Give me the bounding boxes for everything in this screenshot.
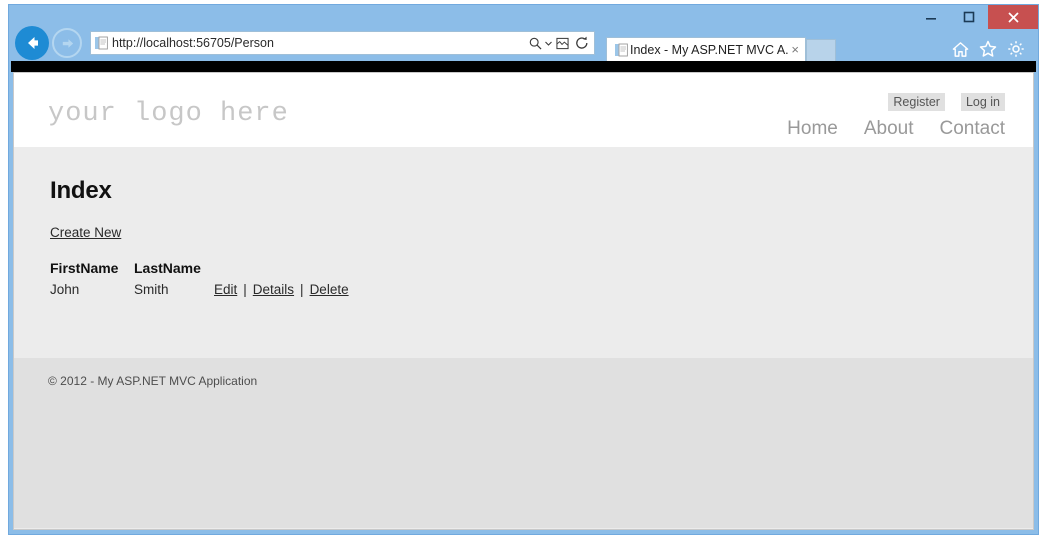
table-header-row: FirstName LastName <box>50 260 349 276</box>
column-header-actions <box>214 260 349 276</box>
back-button[interactable] <box>15 26 49 60</box>
forward-button[interactable] <box>52 28 82 58</box>
nav-link-contact[interactable]: Contact <box>940 118 1005 140</box>
tab-strip: Index - My ASP.NET MVC A... × <box>606 37 836 61</box>
compatibility-view-icon[interactable] <box>553 37 572 50</box>
page-content: Index Create New FirstName LastName John <box>14 147 1033 358</box>
edit-link[interactable]: Edit <box>214 282 237 297</box>
minimize-icon <box>926 18 936 20</box>
forward-arrow-icon <box>62 38 73 48</box>
address-bar[interactable]: http://localhost:56705/Person <box>90 31 595 55</box>
chrome-separator <box>11 61 1036 72</box>
url-text: http://localhost:56705/Person <box>112 36 274 50</box>
address-bar-tools <box>527 32 594 54</box>
maximize-icon <box>963 11 975 23</box>
column-header-firstname: FirstName <box>50 260 119 276</box>
new-tab-button[interactable] <box>806 39 836 61</box>
action-separator: | <box>243 282 247 297</box>
settings-gear-icon[interactable] <box>1002 40 1030 58</box>
page-viewport: your logo here Register Log in Home Abou… <box>13 72 1034 530</box>
account-links: Register Log in <box>888 93 1005 111</box>
browser-nav-bar: http://localhost:56705/Person <box>9 25 1038 61</box>
login-link[interactable]: Log in <box>960 93 1005 111</box>
browser-tab[interactable]: Index - My ASP.NET MVC A... × <box>606 37 806 61</box>
cell-firstname: John <box>50 282 80 297</box>
home-icon[interactable] <box>946 41 974 58</box>
browser-window: http://localhost:56705/Person Index - My… <box>8 4 1039 535</box>
refresh-icon[interactable] <box>572 36 591 50</box>
register-link[interactable]: Register <box>888 93 945 111</box>
tab-title: Index - My ASP.NET MVC A... <box>630 42 790 57</box>
main-navigation: Home About Contact <box>787 118 1005 140</box>
close-icon[interactable]: × <box>789 42 801 57</box>
chevron-down-icon[interactable] <box>543 41 553 46</box>
table-row: John Smith Edit | Details | Delete <box>50 276 349 297</box>
page-icon <box>612 43 630 57</box>
close-icon <box>1007 11 1019 23</box>
site-footer: © 2012 - My ASP.NET MVC Application <box>14 358 1033 528</box>
search-icon[interactable] <box>527 37 543 50</box>
site-header: your logo here Register Log in Home Abou… <box>14 73 1033 175</box>
site-brand: your logo here <box>48 99 289 129</box>
copyright-text: © 2012 - My ASP.NET MVC Application <box>48 374 258 388</box>
page-icon <box>91 36 111 50</box>
column-header-lastname: LastName <box>134 260 201 276</box>
back-arrow-icon <box>28 37 38 49</box>
person-table: FirstName LastName John Smith Edit | Detai… <box>50 260 349 297</box>
nav-link-home[interactable]: Home <box>787 118 838 140</box>
page-title: Index <box>50 177 112 204</box>
action-separator: | <box>300 282 304 297</box>
nav-link-about[interactable]: About <box>864 118 914 140</box>
browser-toolbar <box>946 37 1030 61</box>
create-new-link[interactable]: Create New <box>50 225 121 240</box>
cell-lastname: Smith <box>134 282 169 297</box>
favorites-star-icon[interactable] <box>974 40 1002 58</box>
details-link[interactable]: Details <box>253 282 294 297</box>
cell-actions: Edit | Details | Delete <box>214 276 349 297</box>
delete-link[interactable]: Delete <box>310 282 349 297</box>
